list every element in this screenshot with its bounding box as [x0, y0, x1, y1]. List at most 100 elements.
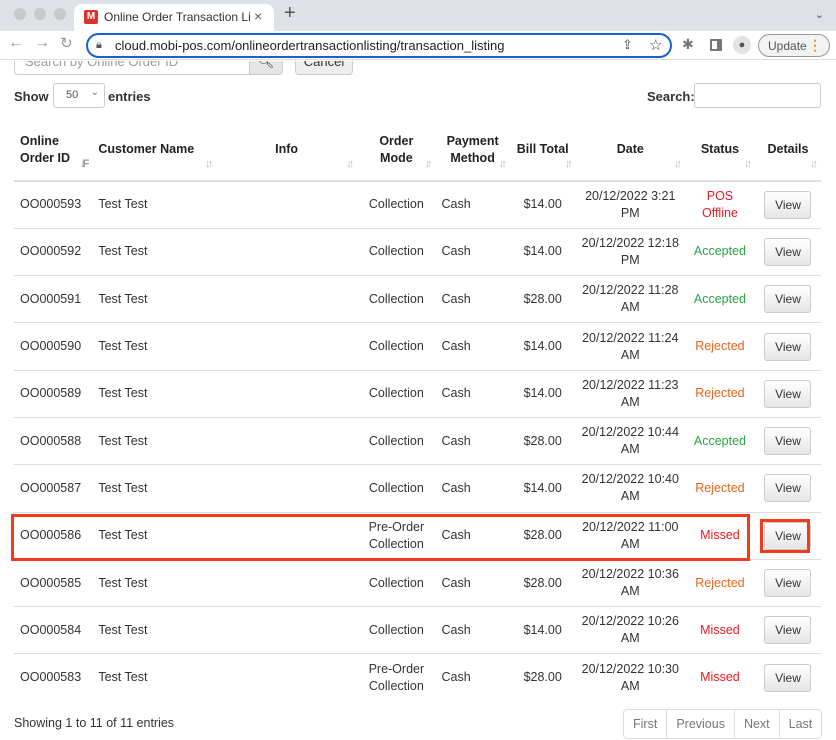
- view-button[interactable]: View: [764, 427, 812, 456]
- entries-label: entries: [108, 89, 151, 104]
- back-arrow-icon[interactable]: ←: [8, 34, 24, 52]
- pager-previous[interactable]: Previous: [666, 710, 734, 738]
- tab-title: Online Order Transaction Listing: [104, 10, 250, 24]
- cell-date: 20/12/2022 10:26 AM: [575, 606, 685, 654]
- cell-status: Missed: [684, 511, 755, 560]
- bookmark-star-icon[interactable]: ☆: [649, 36, 662, 54]
- kebab-menu-icon[interactable]: ⋮: [808, 37, 822, 54]
- profile-avatar-icon[interactable]: ●: [733, 36, 751, 54]
- column-header-info[interactable]: Info ↓↑: [216, 121, 358, 182]
- cell-payment: Cash: [435, 275, 510, 323]
- sort-desc-icon[interactable]: ↓F: [80, 156, 89, 173]
- table-row: OO000586 Test Test Pre-Order Collection Cas…: [14, 511, 821, 560]
- sort-icon[interactable]: ↓↑: [346, 156, 354, 173]
- view-button[interactable]: View: [764, 616, 812, 645]
- cell-info: [216, 653, 358, 702]
- update-label: Update: [768, 39, 807, 53]
- lock-icon[interactable]: 🔒︎: [96, 39, 102, 52]
- sort-icon[interactable]: ↓↑: [810, 156, 818, 173]
- column-header-order-mode[interactable]: Order Mode ↓↑: [357, 121, 436, 182]
- reload-icon[interactable]: ↻: [60, 34, 73, 52]
- cell-bill: $28.00: [509, 558, 576, 607]
- pager-first[interactable]: First: [624, 710, 666, 738]
- cell-payment: Cash: [435, 322, 510, 371]
- show-label: Show: [14, 89, 49, 104]
- browser-tab-bar: M Online Order Transaction Listing × + ⌄: [0, 0, 836, 31]
- update-button[interactable]: Update ⋮: [758, 34, 830, 57]
- sort-icon[interactable]: ↓↑: [499, 156, 507, 173]
- extensions-puzzle-icon[interactable]: ✱: [682, 36, 694, 53]
- page-content: Search by Online Order ID 🔍︎ Cancel Show…: [0, 61, 836, 740]
- sort-icon[interactable]: ↓↑: [205, 156, 213, 173]
- side-panel-icon[interactable]: [710, 39, 722, 51]
- column-header-details[interactable]: Details ↓↑: [754, 121, 821, 182]
- cell-payment: Cash: [435, 558, 510, 607]
- table-search-label: Search:: [647, 89, 695, 104]
- table-row: OO000587 Test Test Collection Cash $14.00 20/…: [14, 464, 821, 513]
- new-tab-icon[interactable]: +: [284, 2, 296, 25]
- cell-bill: $14.00: [509, 369, 576, 418]
- cell-info: [216, 606, 358, 654]
- tab-list-chevron-icon[interactable]: ⌄: [815, 8, 824, 21]
- entries-per-page-select[interactable]: 50 ⌄: [53, 83, 105, 108]
- cell-payment: Cash: [435, 606, 510, 654]
- order-id-search-input[interactable]: Search by Online Order ID: [14, 61, 250, 75]
- browser-tab[interactable]: M Online Order Transaction Listing ×: [74, 4, 274, 31]
- address-bar[interactable]: 🔒︎ cloud.mobi-pos.com/onlineordertransac…: [86, 33, 672, 58]
- cell-mode: Collection: [357, 464, 436, 513]
- cell-details: View: [755, 181, 821, 228]
- column-header-payment-method[interactable]: Payment Method ↓↑: [435, 121, 510, 182]
- cell-date: 20/12/2022 10:30 AM: [575, 653, 685, 702]
- forward-arrow-icon[interactable]: →: [34, 34, 50, 52]
- sort-icon[interactable]: ↓↑: [425, 156, 433, 173]
- cell-details: View: [754, 558, 821, 607]
- table-search-input[interactable]: [694, 83, 821, 108]
- cell-status: Rejected: [684, 322, 755, 371]
- cell-customer: Test Test: [92, 322, 216, 371]
- cell-mode: Collection: [357, 416, 436, 465]
- view-button[interactable]: View: [764, 332, 812, 361]
- order-id-search-button[interactable]: 🔍︎: [249, 61, 283, 75]
- view-button[interactable]: View: [764, 474, 812, 503]
- column-header-date[interactable]: Date ↓↑: [575, 121, 685, 182]
- cell-bill: $14.00: [509, 227, 576, 276]
- view-button[interactable]: View: [764, 379, 812, 408]
- pager-next[interactable]: Next: [733, 710, 779, 738]
- column-header-order-id[interactable]: Online Order ID ↓F: [14, 121, 93, 182]
- sort-icon[interactable]: ↓↑: [744, 156, 752, 173]
- cell-customer: Test Test: [92, 416, 216, 465]
- cell-id: OO000587: [14, 464, 93, 513]
- column-header-status[interactable]: Status ↓↑: [684, 121, 755, 182]
- cell-info: [216, 275, 358, 323]
- cell-bill: $14.00: [509, 322, 576, 371]
- close-window-button[interactable]: [14, 8, 26, 20]
- url-text[interactable]: cloud.mobi-pos.com/onlineordertransactio…: [115, 38, 504, 53]
- sort-icon[interactable]: ↓↑: [565, 156, 573, 173]
- cancel-button[interactable]: Cancel: [295, 61, 353, 75]
- column-header-bill-total[interactable]: Bill Total ↓↑: [509, 121, 576, 182]
- view-button[interactable]: View: [764, 663, 812, 692]
- view-button[interactable]: View: [764, 190, 812, 219]
- cell-mode: Collection: [368, 197, 424, 212]
- column-header-customer-name[interactable]: Customer Name ↓↑: [92, 121, 216, 182]
- cell-info: [216, 322, 358, 371]
- pager-last[interactable]: Last: [778, 710, 822, 738]
- cell-details: View: [754, 275, 821, 323]
- view-button[interactable]: View: [764, 237, 812, 266]
- table-header-row: Online Order ID ↓F Customer Name ↓↑ Info ↓↑…: [14, 121, 821, 182]
- cell-id: OO000584: [14, 606, 93, 654]
- view-button[interactable]: View: [764, 521, 812, 550]
- view-button[interactable]: View: [764, 569, 812, 598]
- cell-bill: $14.00: [509, 464, 576, 513]
- sort-icon[interactable]: ↓↑: [674, 156, 682, 173]
- view-button[interactable]: View: [764, 285, 812, 314]
- maximize-window-button[interactable]: [54, 8, 66, 20]
- cell-bill: $28.00: [509, 511, 576, 560]
- mobi-pos-favicon-icon: M: [84, 10, 98, 24]
- cell-status: Missed: [684, 653, 755, 702]
- cell-id: OO000591: [14, 275, 93, 323]
- close-tab-icon[interactable]: ×: [254, 8, 262, 24]
- cell-details: View: [754, 653, 821, 702]
- minimize-window-button[interactable]: [34, 8, 46, 20]
- share-icon[interactable]: ⇪: [622, 37, 633, 53]
